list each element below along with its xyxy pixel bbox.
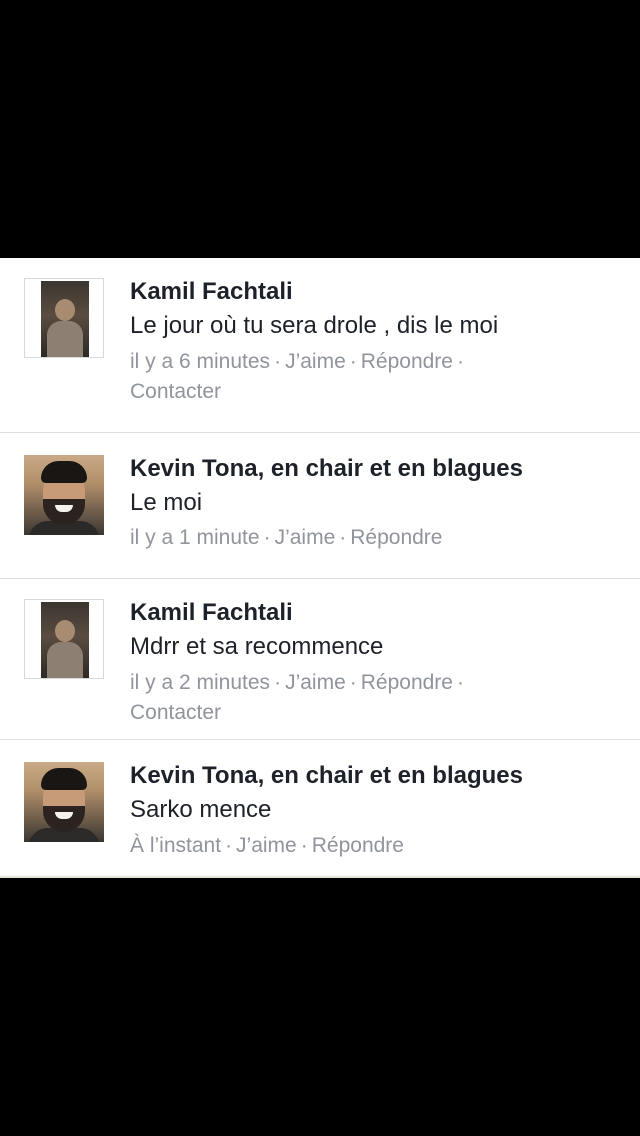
meta-separator: · [225,834,233,857]
profile-photo [41,281,89,357]
profile-hair-shape [41,768,87,790]
comment-meta: À l’instant · J’aime · Répondre [130,831,610,861]
comment-author[interactable]: Kevin Tona, en chair et en blagues [130,762,523,790]
comment-author[interactable]: Kamil Fachtali [130,599,293,627]
meta-separator: · [274,350,282,373]
comment-meta: il y a 6 minutes · J’aime · Répondre · Contact… [130,347,610,407]
reply-link[interactable]: Répondre [350,526,442,549]
avatar-kevin-tona[interactable] [24,455,104,535]
avatar-kamil-fachtali[interactable] [24,599,104,679]
meta-separator: · [339,526,347,549]
phone-screen: Kamil Fachtali Le jour où tu sera drole … [0,0,640,1136]
profile-head-shape [55,299,75,321]
like-link[interactable]: J’aime [275,526,336,549]
contact-link[interactable]: Contacter [130,701,221,724]
comment-item: Kamil Fachtali Mdrr et sa recommence il … [0,579,640,739]
comment-meta: il y a 1 minute · J’aime · Répondre [130,523,610,553]
meta-separator: · [263,526,271,549]
contact-link[interactable]: Contacter [130,380,221,403]
profile-head-shape [55,620,75,642]
like-link[interactable]: J’aime [285,671,346,694]
meta-separator: · [300,834,308,857]
comment-text: Sarko mence [130,796,272,823]
comment-author[interactable]: Kevin Tona, en chair et en blagues [130,455,523,483]
comment-time[interactable]: il y a 6 minutes [130,350,270,373]
meta-separator: · [274,671,282,694]
comment-item: Kevin Tona, en chair et en blagues Sarko… [0,740,640,876]
comment-item: Kamil Fachtali Le jour où tu sera drole … [0,258,640,432]
avatar-kevin-tona[interactable] [24,762,104,842]
profile-hair-shape [41,461,87,483]
comment-text: Mdrr et sa recommence [130,633,384,660]
meta-separator: · [456,350,464,373]
comment-text: Le jour où tu sera drole , dis le moi [130,312,499,339]
comment-author[interactable]: Kamil Fachtali [130,278,293,306]
comment-time[interactable]: il y a 2 minutes [130,671,270,694]
reply-link[interactable]: Répondre [361,671,453,694]
profile-body-shape [47,642,83,678]
reply-link[interactable]: Répondre [312,834,404,857]
comments-panel: Kamil Fachtali Le jour où tu sera drole … [0,258,640,876]
avatar-kamil-fachtali[interactable] [24,278,104,358]
meta-separator: · [349,350,357,373]
profile-body-shape [47,321,83,357]
profile-photo [41,602,89,678]
meta-separator: · [456,671,464,694]
comment-item: Kevin Tona, en chair et en blagues Le mo… [0,433,640,578]
comment-time[interactable]: il y a 1 minute [130,526,260,549]
comment-meta: il y a 2 minutes · J’aime · Répondre · Contact… [130,668,610,728]
like-link[interactable]: J’aime [285,350,346,373]
meta-separator: · [349,671,357,694]
comment-time[interactable]: À l’instant [130,834,221,857]
reply-link[interactable]: Répondre [361,350,453,373]
comment-text: Le moi [130,489,203,516]
panel-bottom-edge [0,876,640,878]
like-link[interactable]: J’aime [236,834,297,857]
